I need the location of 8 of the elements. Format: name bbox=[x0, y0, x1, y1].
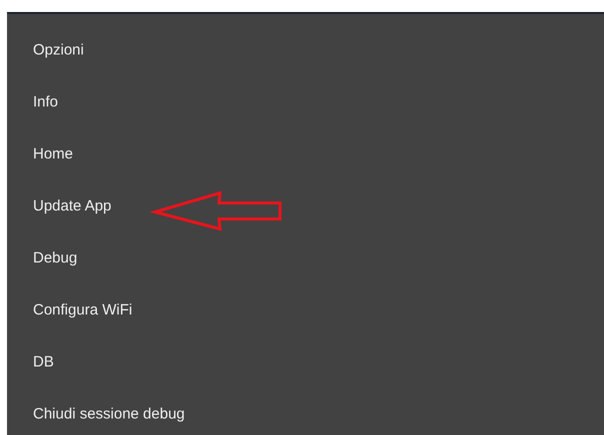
menu-item[interactable]: Chiudi sessione debug bbox=[33, 406, 185, 422]
menu-item[interactable]: Debug bbox=[33, 250, 78, 266]
menu-item[interactable]: Configura WiFi bbox=[33, 302, 132, 318]
menu-item[interactable]: Update App bbox=[33, 198, 112, 214]
menu-item[interactable]: DB bbox=[33, 354, 54, 370]
menu-item[interactable]: Opzioni bbox=[33, 42, 84, 58]
menu-item[interactable]: Home bbox=[33, 146, 74, 162]
menu-item[interactable]: Info bbox=[33, 94, 58, 110]
